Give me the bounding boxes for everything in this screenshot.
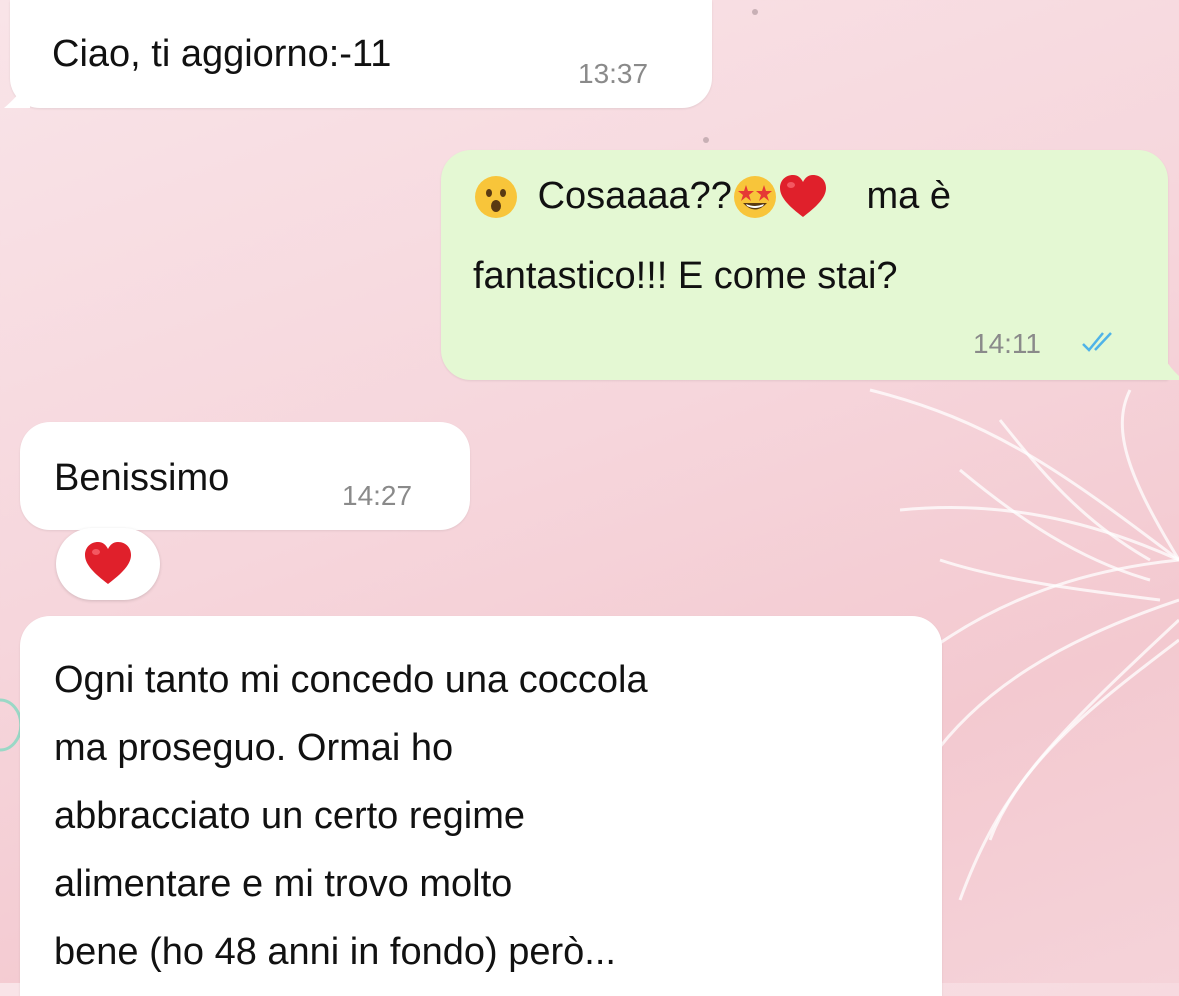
message-time: 14:27 <box>342 480 413 511</box>
message-line: bene (ho 48 anni in fondo) però... <box>54 931 616 973</box>
red-heart-icon <box>779 175 826 217</box>
message-bubble-incoming[interactable]: Ogni tanto mi concedo una coccola ma pro… <box>20 616 942 996</box>
message-time: 13:37 <box>578 58 649 89</box>
message-text: Ciao, ti aggiorno:-11 <box>52 33 392 75</box>
message-bubble-incoming[interactable]: Benissimo 14:27 <box>20 422 470 530</box>
message-line: Ogni tanto mi concedo una coccola <box>54 659 648 701</box>
bubble-tail <box>1160 350 1179 380</box>
message-line: ma proseguo. Ormai ho <box>54 727 454 769</box>
message-bubble-outgoing[interactable]: Cosaaaa?? ma è fantastico!!! E come stai… <box>441 150 1168 380</box>
red-heart-icon <box>85 542 131 584</box>
message-text-line: Cosaaaa?? ma è <box>473 174 951 220</box>
message-line: abbracciato un certo regime <box>54 795 526 837</box>
message-bubble-incoming[interactable]: Ciao, ti aggiorno:-11 13:37 <box>10 0 712 108</box>
message-text: ma è <box>866 175 951 218</box>
message-text: fantastico!!! E come stai? <box>473 255 898 297</box>
hushed-face-icon <box>475 176 517 218</box>
message-text: Cosaaaa?? <box>537 175 732 218</box>
message-reaction[interactable] <box>56 528 160 600</box>
message-line: alimentare e mi trovo molto <box>54 863 513 905</box>
star-struck-icon <box>733 176 776 218</box>
message-time: 14:11 <box>973 328 1041 359</box>
message-text: Benissimo <box>54 457 230 499</box>
bubble-tail <box>4 80 30 108</box>
read-ticks-icon <box>1082 332 1112 352</box>
message-body: Ogni tanto mi concedo una coccola ma pro… <box>54 646 648 986</box>
